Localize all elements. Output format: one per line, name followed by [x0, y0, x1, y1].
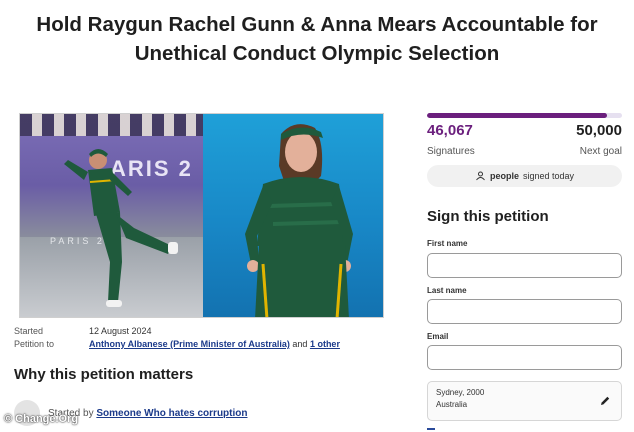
people-group-icon [476, 171, 485, 181]
location-country: Australia [436, 400, 468, 409]
sign-button-edge[interactable] [427, 428, 435, 430]
location-selector[interactable]: Sydney, 2000 Australia [427, 381, 622, 421]
starter-profile-link[interactable]: Someone Who hates corruption [96, 408, 247, 419]
last-name-field[interactable] [427, 299, 622, 324]
and-text: and [292, 339, 308, 349]
crowd-backdrop [20, 114, 203, 136]
breakdance-photo: ARIS 2 PARIS 2 [20, 114, 203, 317]
email-label: Email [427, 332, 449, 341]
sign-petition-heading: Sign this petition [427, 208, 549, 225]
watermark: © Change.Org [4, 413, 79, 425]
petition-title-line2: Unethical Conduct Olympic Selection [134, 42, 500, 65]
pencil-icon[interactable] [599, 395, 611, 407]
last-name-label: Last name [427, 286, 467, 295]
email-field[interactable] [427, 345, 622, 370]
decision-maker-link[interactable]: Anthony Albanese (Prime Minister of Aust… [89, 339, 290, 349]
dancer-figure [64, 149, 178, 307]
signature-goal-label: Next goal [579, 146, 622, 157]
petition-hero-image: ARIS 2 PARIS 2 [19, 113, 384, 318]
first-name-field[interactable] [427, 253, 622, 278]
petition-to-targets: Anthony Albanese (Prime Minister of Aust… [89, 339, 340, 349]
why-petition-matters-heading: Why this petition matters [14, 366, 194, 383]
signature-progress-bar [427, 113, 622, 118]
signed-today-badge: people signed today [427, 165, 622, 187]
athlete-figure [245, 124, 353, 317]
petition-title: Hold Raygun Rachel Gunn & Anna Mears Acc… [0, 10, 634, 68]
started-date: 12 August 2024 [89, 326, 152, 336]
portrait-photo [203, 114, 383, 317]
signed-today-text: signed today [522, 171, 575, 181]
first-name-label: First name [427, 239, 468, 248]
other-decision-makers-link[interactable]: 1 other [310, 339, 340, 349]
location-city: Sydney, 2000 [436, 388, 485, 397]
petition-to-label: Petition to [14, 339, 55, 349]
signature-goal: 50,000 [576, 122, 622, 139]
signature-progress-fill [427, 113, 607, 118]
signature-count: 46,067 [427, 122, 473, 139]
signature-count-label: Signatures [427, 146, 475, 157]
signed-today-bold: people [489, 171, 519, 181]
petition-title-line1: Hold Raygun Rachel Gunn & Anna Mears Acc… [36, 13, 598, 36]
started-label: Started [14, 326, 44, 336]
